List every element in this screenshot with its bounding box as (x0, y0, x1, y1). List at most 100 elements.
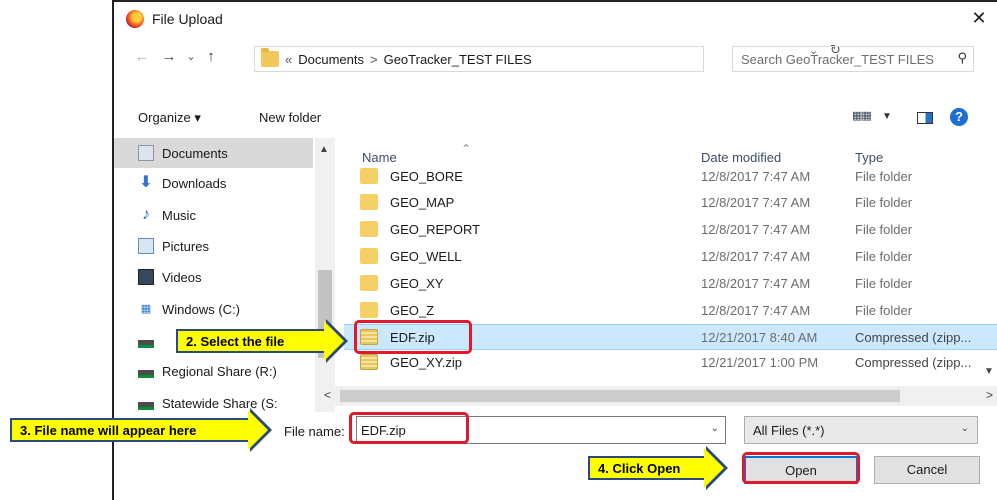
file-type-filter-value: All Files (*.*) (753, 423, 825, 438)
videos-icon (138, 269, 154, 285)
toolbar: Organize ▾ New folder ▦▦ ▼ ? (114, 96, 997, 136)
documents-icon (138, 145, 154, 161)
folder-icon (360, 168, 378, 184)
cancel-button[interactable]: Cancel (874, 456, 980, 484)
window-title: File Upload (152, 11, 223, 27)
forward-arrow-icon[interactable]: → (159, 46, 179, 68)
chevron-down-icon[interactable]: ⌄ (961, 423, 969, 434)
file-date: 12/8/2017 7:47 AM (701, 249, 811, 264)
file-row-geo-report[interactable]: GEO_REPORT 12/8/2017 7:47 AM File folder (344, 217, 997, 243)
folder-icon (360, 302, 378, 318)
breadcrumb-separator[interactable]: > (370, 52, 378, 67)
view-options-icon[interactable]: ▦▦ (852, 109, 872, 122)
nav-item-downloads[interactable]: ⬇ Downloads (138, 168, 318, 198)
nav-item-label: Regional Share (R:) (162, 363, 277, 379)
file-name: GEO_BORE (390, 169, 463, 184)
preview-pane-icon[interactable] (917, 112, 933, 124)
file-name-highlight (349, 412, 469, 444)
music-icon: ♪ (142, 206, 150, 223)
folder-icon (360, 221, 378, 237)
scrollbar-thumb[interactable] (340, 390, 900, 402)
column-header-name[interactable]: Name (362, 150, 397, 165)
view-dropdown-icon[interactable]: ▼ (882, 111, 892, 122)
file-date: 12/8/2017 7:47 AM (701, 303, 811, 318)
scroll-left-icon[interactable]: < (324, 388, 331, 402)
scroll-right-icon[interactable]: > (986, 388, 993, 402)
file-type: File folder (855, 249, 913, 264)
nav-item-pictures[interactable]: Pictures (138, 231, 318, 261)
file-list: ⌃ Name Date modified Type GEO_BORE 12/8/… (344, 138, 997, 412)
search-icon: ⚲ (957, 50, 967, 65)
scroll-up-icon[interactable]: ▲ (319, 144, 329, 155)
breadcrumb-documents[interactable]: Documents (298, 52, 364, 67)
pictures-icon (138, 238, 154, 254)
file-name: GEO_XY (390, 276, 444, 291)
step-4-callout: 4. Click Open (588, 446, 728, 490)
address-bar[interactable]: « Documents > GeoTracker_TEST FILES (254, 46, 704, 72)
horizontal-scrollbar[interactable]: < > (320, 386, 997, 406)
nav-item-documents[interactable]: Documents (114, 138, 313, 168)
nav-item-regional-share[interactable]: Regional Share (R:) (138, 356, 318, 386)
network-drive-icon (138, 370, 154, 378)
search-input[interactable]: Search GeoTracker_TEST FILES ⚲ (732, 46, 974, 72)
file-name: GEO_WELL (390, 249, 462, 264)
close-button[interactable]: ✕ (967, 6, 991, 30)
file-date: 12/8/2017 7:47 AM (701, 195, 811, 210)
navigation-pane: Documents ⬇ Downloads ♪ Music Pictures V… (114, 138, 336, 412)
file-date: 12/8/2017 7:47 AM (701, 169, 811, 184)
column-header-type[interactable]: Type (855, 150, 883, 165)
nav-pane-scrollbar[interactable]: ▲ ▼ (315, 138, 335, 412)
file-date: 12/21/2017 1:00 PM (701, 355, 819, 370)
recent-locations-chevron-icon[interactable]: ⌄ (181, 46, 201, 68)
help-icon[interactable]: ? (950, 108, 968, 126)
file-type: Compressed (zipp... (855, 355, 972, 370)
up-arrow-icon[interactable]: ↑ (201, 46, 221, 68)
nav-item-music[interactable]: ♪ Music (138, 200, 318, 230)
breadcrumb: « Documents > GeoTracker_TEST FILES (285, 52, 532, 67)
file-name: GEO_REPORT (390, 222, 481, 237)
zip-file-icon (360, 354, 378, 370)
windows-drive-icon: ▦ (140, 303, 152, 315)
search-placeholder: Search GeoTracker_TEST FILES (741, 52, 934, 67)
nav-item-label: Documents (162, 145, 228, 161)
column-header-date[interactable]: Date modified (701, 150, 781, 165)
title-bar: File Upload ✕ (114, 2, 997, 36)
downloads-icon: ⬇ (139, 174, 153, 191)
file-list-scroll-down-icon[interactable]: ▼ (984, 366, 994, 377)
nav-item-windows-c[interactable]: ▦ Windows (C:) (138, 294, 318, 324)
selected-file-highlight (354, 320, 472, 354)
open-button-highlight (742, 452, 860, 484)
file-name-label: File name: (284, 424, 345, 439)
file-row-geo-xy[interactable]: GEO_XY 12/8/2017 7:47 AM File folder (344, 271, 997, 297)
file-type: File folder (855, 276, 913, 291)
file-row-geo-well[interactable]: GEO_WELL 12/8/2017 7:47 AM File folder (344, 244, 997, 270)
nav-item-videos[interactable]: Videos (138, 262, 318, 292)
file-name: GEO_Z (390, 303, 435, 318)
nav-item-statewide-share[interactable]: Statewide Share (S: (138, 388, 318, 412)
organize-button[interactable]: Organize ▾ (138, 110, 201, 126)
network-drive-icon (138, 402, 154, 410)
folder-icon (261, 48, 279, 67)
nav-item-label: Windows (C:) (162, 301, 241, 317)
file-date: 12/8/2017 7:47 AM (701, 276, 811, 291)
nav-item-label: Pictures (162, 238, 209, 254)
file-type-filter-select[interactable]: All Files (*.*) ⌄ (744, 416, 978, 444)
breadcrumb-overflow[interactable]: « (285, 52, 292, 67)
back-arrow-icon[interactable]: ← (132, 46, 152, 68)
firefox-icon (126, 10, 144, 28)
nav-item-label: Music (162, 207, 196, 223)
sort-ascending-icon: ⌃ (461, 142, 472, 156)
chevron-down-icon[interactable]: ⌄ (711, 423, 719, 434)
file-type: File folder (855, 169, 913, 184)
address-row: ← → ⌄ ↑ « Documents > GeoTracker_TEST FI… (114, 40, 997, 74)
step-2-callout: 2. Select the file (176, 319, 348, 363)
step-3-callout: 3. File name will appear here (10, 408, 272, 452)
file-row-geo-bore[interactable]: GEO_BORE 12/8/2017 7:47 AM File folder (344, 164, 997, 190)
new-folder-button[interactable]: New folder (259, 110, 321, 125)
breadcrumb-current-folder[interactable]: GeoTracker_TEST FILES (384, 52, 532, 67)
file-date: 12/8/2017 7:47 AM (701, 222, 811, 237)
file-type: File folder (855, 195, 913, 210)
file-row-geo-map[interactable]: GEO_MAP 12/8/2017 7:47 AM File folder (344, 190, 997, 216)
folder-icon (360, 248, 378, 264)
file-type: Compressed (zipp... (855, 330, 972, 345)
